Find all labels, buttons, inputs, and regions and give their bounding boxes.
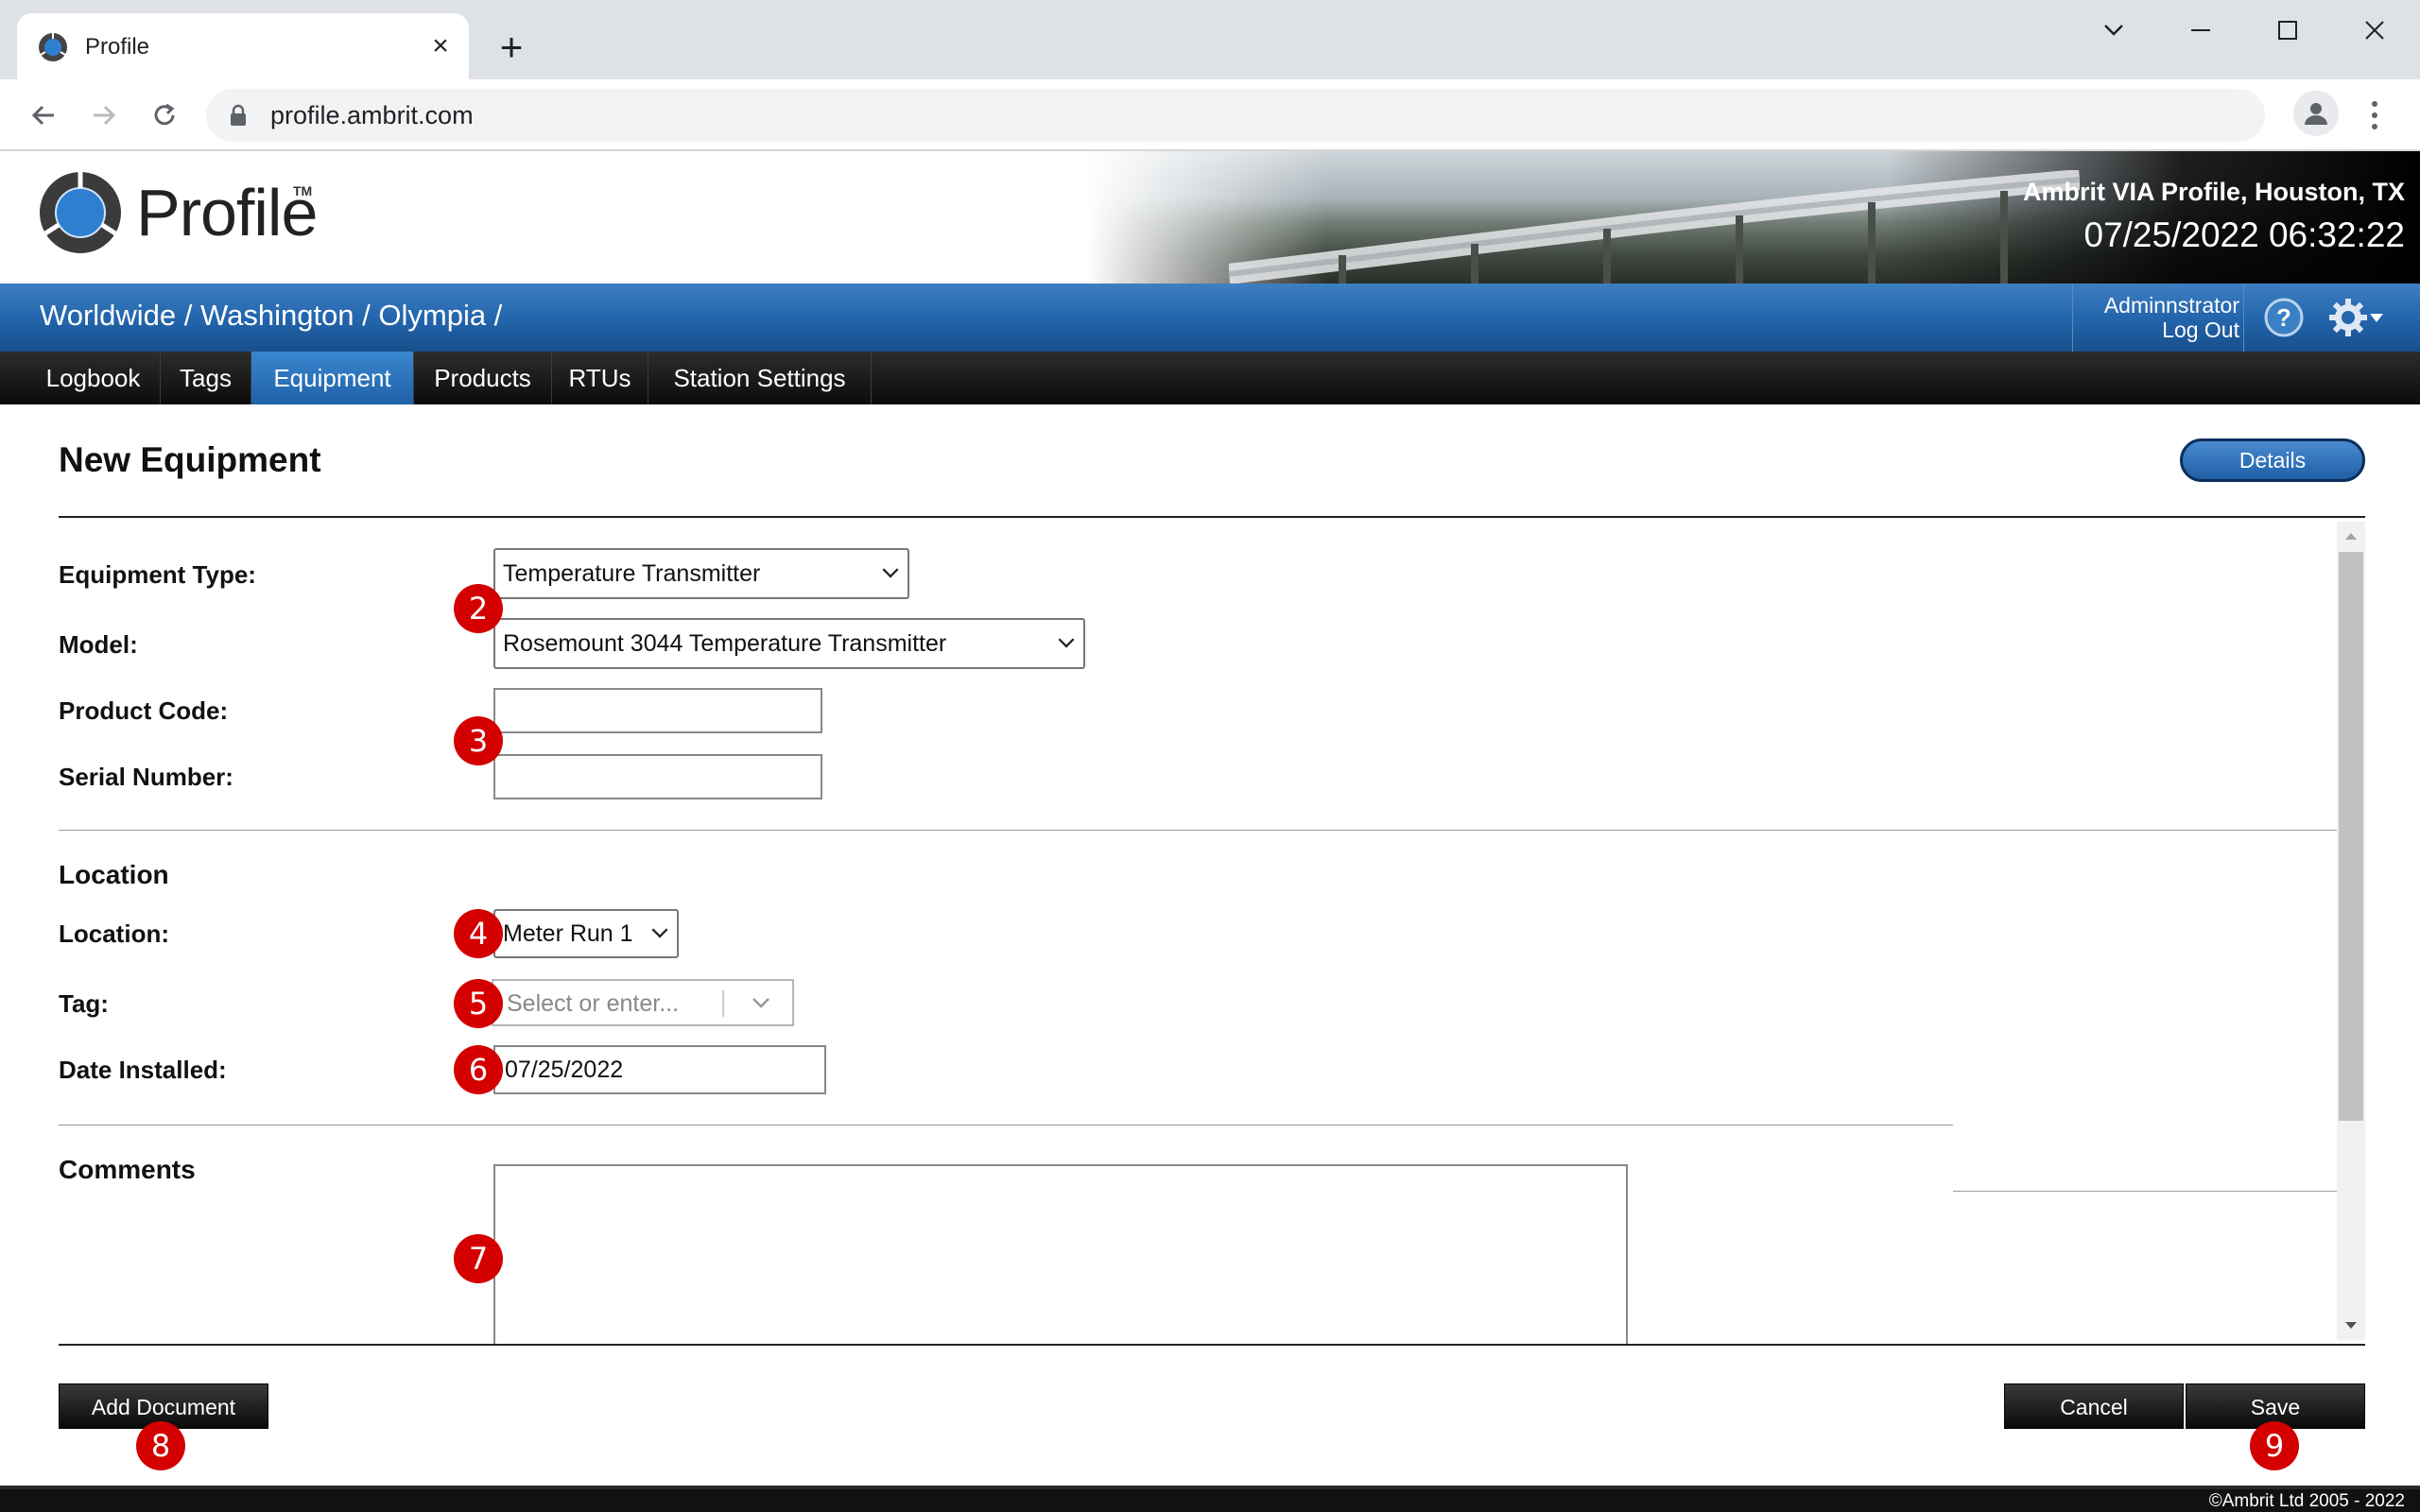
serial-number-label: Serial Number: [59,763,233,791]
step-marker-2: 2 [454,584,503,633]
logo-text: Profile [136,176,318,249]
close-icon [2365,21,2384,40]
step-marker-9: 9 [2250,1421,2299,1470]
site-name: Ambrit VIA Profile, Houston, TX [2022,178,2405,206]
minimize-button[interactable] [2172,11,2229,49]
comments-textarea[interactable] [493,1164,1628,1346]
gear-icon [2329,299,2367,336]
nav-products[interactable]: Products [414,352,552,404]
maximize-icon [2278,21,2297,40]
section-divider [59,830,2337,831]
back-button[interactable] [23,94,64,136]
arrow-left-icon [31,105,54,126]
lock-icon [231,104,246,126]
logo-trademark: TM [293,183,313,198]
serial-number-input[interactable] [493,754,822,799]
profile-favicon-icon [39,33,67,61]
user-name[interactable]: Adminnstrator [2073,293,2239,318]
tag-label: Tag: [59,989,109,1018]
location-select[interactable]: Meter Run 1 [493,909,679,958]
nav-rtus[interactable]: RTUs [552,352,648,404]
tag-separator [722,990,724,1017]
breadcrumb[interactable]: Worldwide / Washington / Olympia / [40,297,502,335]
browser-tab-strip: Profile × + [0,0,2420,79]
model-select[interactable]: Rosemount 3044 Temperature Transmitter [493,618,1085,669]
step-marker-3: 3 [454,716,503,765]
location-section-heading: Location [59,860,169,889]
tab-title: Profile [85,34,150,60]
browser-tab[interactable]: Profile × [17,13,469,79]
scroll-up-icon[interactable] [2337,522,2365,550]
chevron-down-icon [2104,25,2123,36]
equipment-type-label: Equipment Type: [59,560,256,589]
footer: ©Ambrit Ltd 2005 - 2022 [0,1486,2420,1512]
product-code-label: Product Code: [59,696,229,725]
equipment-type-select[interactable]: Temperature Transmitter [493,548,909,599]
minimize-icon [2191,29,2210,31]
svg-text:?: ? [2276,303,2291,332]
model-value: Rosemount 3044 Temperature Transmitter [503,630,947,657]
help-icon[interactable]: ? [2263,297,2305,338]
nav-station-settings[interactable]: Station Settings [648,352,872,404]
step-marker-8: 8 [136,1421,185,1470]
equipment-type-value: Temperature Transmitter [503,560,761,587]
user-box: Adminnstrator Log Out [2072,284,2244,352]
title-divider [59,516,2365,518]
nav-equipment[interactable]: Equipment [251,352,414,404]
location-label: Location: [59,919,169,948]
new-tab-button[interactable]: + [492,27,531,68]
tag-combobox[interactable]: Select or enter... [492,979,794,1026]
browser-profile-button[interactable] [2293,91,2339,136]
browser-menu-button[interactable] [2360,94,2390,136]
date-installed-label: Date Installed: [59,1056,227,1084]
tab-close-icon[interactable]: × [425,32,456,62]
product-code-input[interactable] [493,688,822,733]
maximize-button[interactable] [2259,11,2316,49]
chevron-down-icon [882,561,899,578]
arrow-right-icon [94,105,116,126]
chevron-down-icon[interactable] [751,992,771,1013]
step-marker-7: 7 [454,1234,503,1283]
main-nav: Logbook Tags Equipment Products RTUs Sta… [0,352,2420,404]
tag-placeholder: Select or enter... [507,990,680,1017]
cancel-button[interactable]: Cancel [2004,1383,2184,1429]
address-bar[interactable]: profile.ambrit.com [206,89,2265,142]
reload-icon [154,103,175,126]
page-title: New Equipment [59,440,321,479]
nav-logbook[interactable]: Logbook [26,352,161,404]
nav-tags[interactable]: Tags [161,352,251,404]
logout-link[interactable]: Log Out [2073,318,2239,342]
scrollbar-thumb[interactable] [2339,552,2363,1121]
step-marker-4: 4 [454,909,503,958]
location-value: Meter Run 1 [503,920,633,947]
caret-down-icon [2370,314,2383,322]
breadcrumb-bar: Worldwide / Washington / Olympia / Admin… [0,284,2420,352]
section-divider [1953,1191,2337,1192]
person-icon [2305,103,2327,125]
step-marker-5: 5 [454,979,503,1028]
chevron-down-icon [1058,631,1075,648]
scroll-down-icon[interactable] [2337,1312,2365,1340]
step-marker-6: 6 [454,1045,503,1094]
form-bottom-divider [59,1344,2365,1346]
copyright-text: ©Ambrit Ltd 2005 - 2022 [2208,1491,2405,1511]
settings-menu-button[interactable] [2327,295,2395,340]
close-window-button[interactable] [2346,11,2403,49]
app-header: Profile TM Ambrit VIA Profile, Houston, … [0,151,2420,284]
reload-button[interactable] [144,94,185,136]
chevron-down-icon [651,921,668,938]
pipeline-image [1229,170,2080,284]
site-clock: 07/25/2022 06:32:22 [2083,215,2406,254]
details-button[interactable]: Details [2180,438,2365,482]
url-text: profile.ambrit.com [270,101,474,129]
comments-section-heading: Comments [59,1155,196,1184]
forward-button[interactable] [83,94,125,136]
tab-search-button[interactable] [2085,11,2142,49]
profile-logo-icon [40,172,121,253]
date-installed-input[interactable]: 07/25/2022 [493,1045,826,1094]
model-label: Model: [59,630,138,659]
